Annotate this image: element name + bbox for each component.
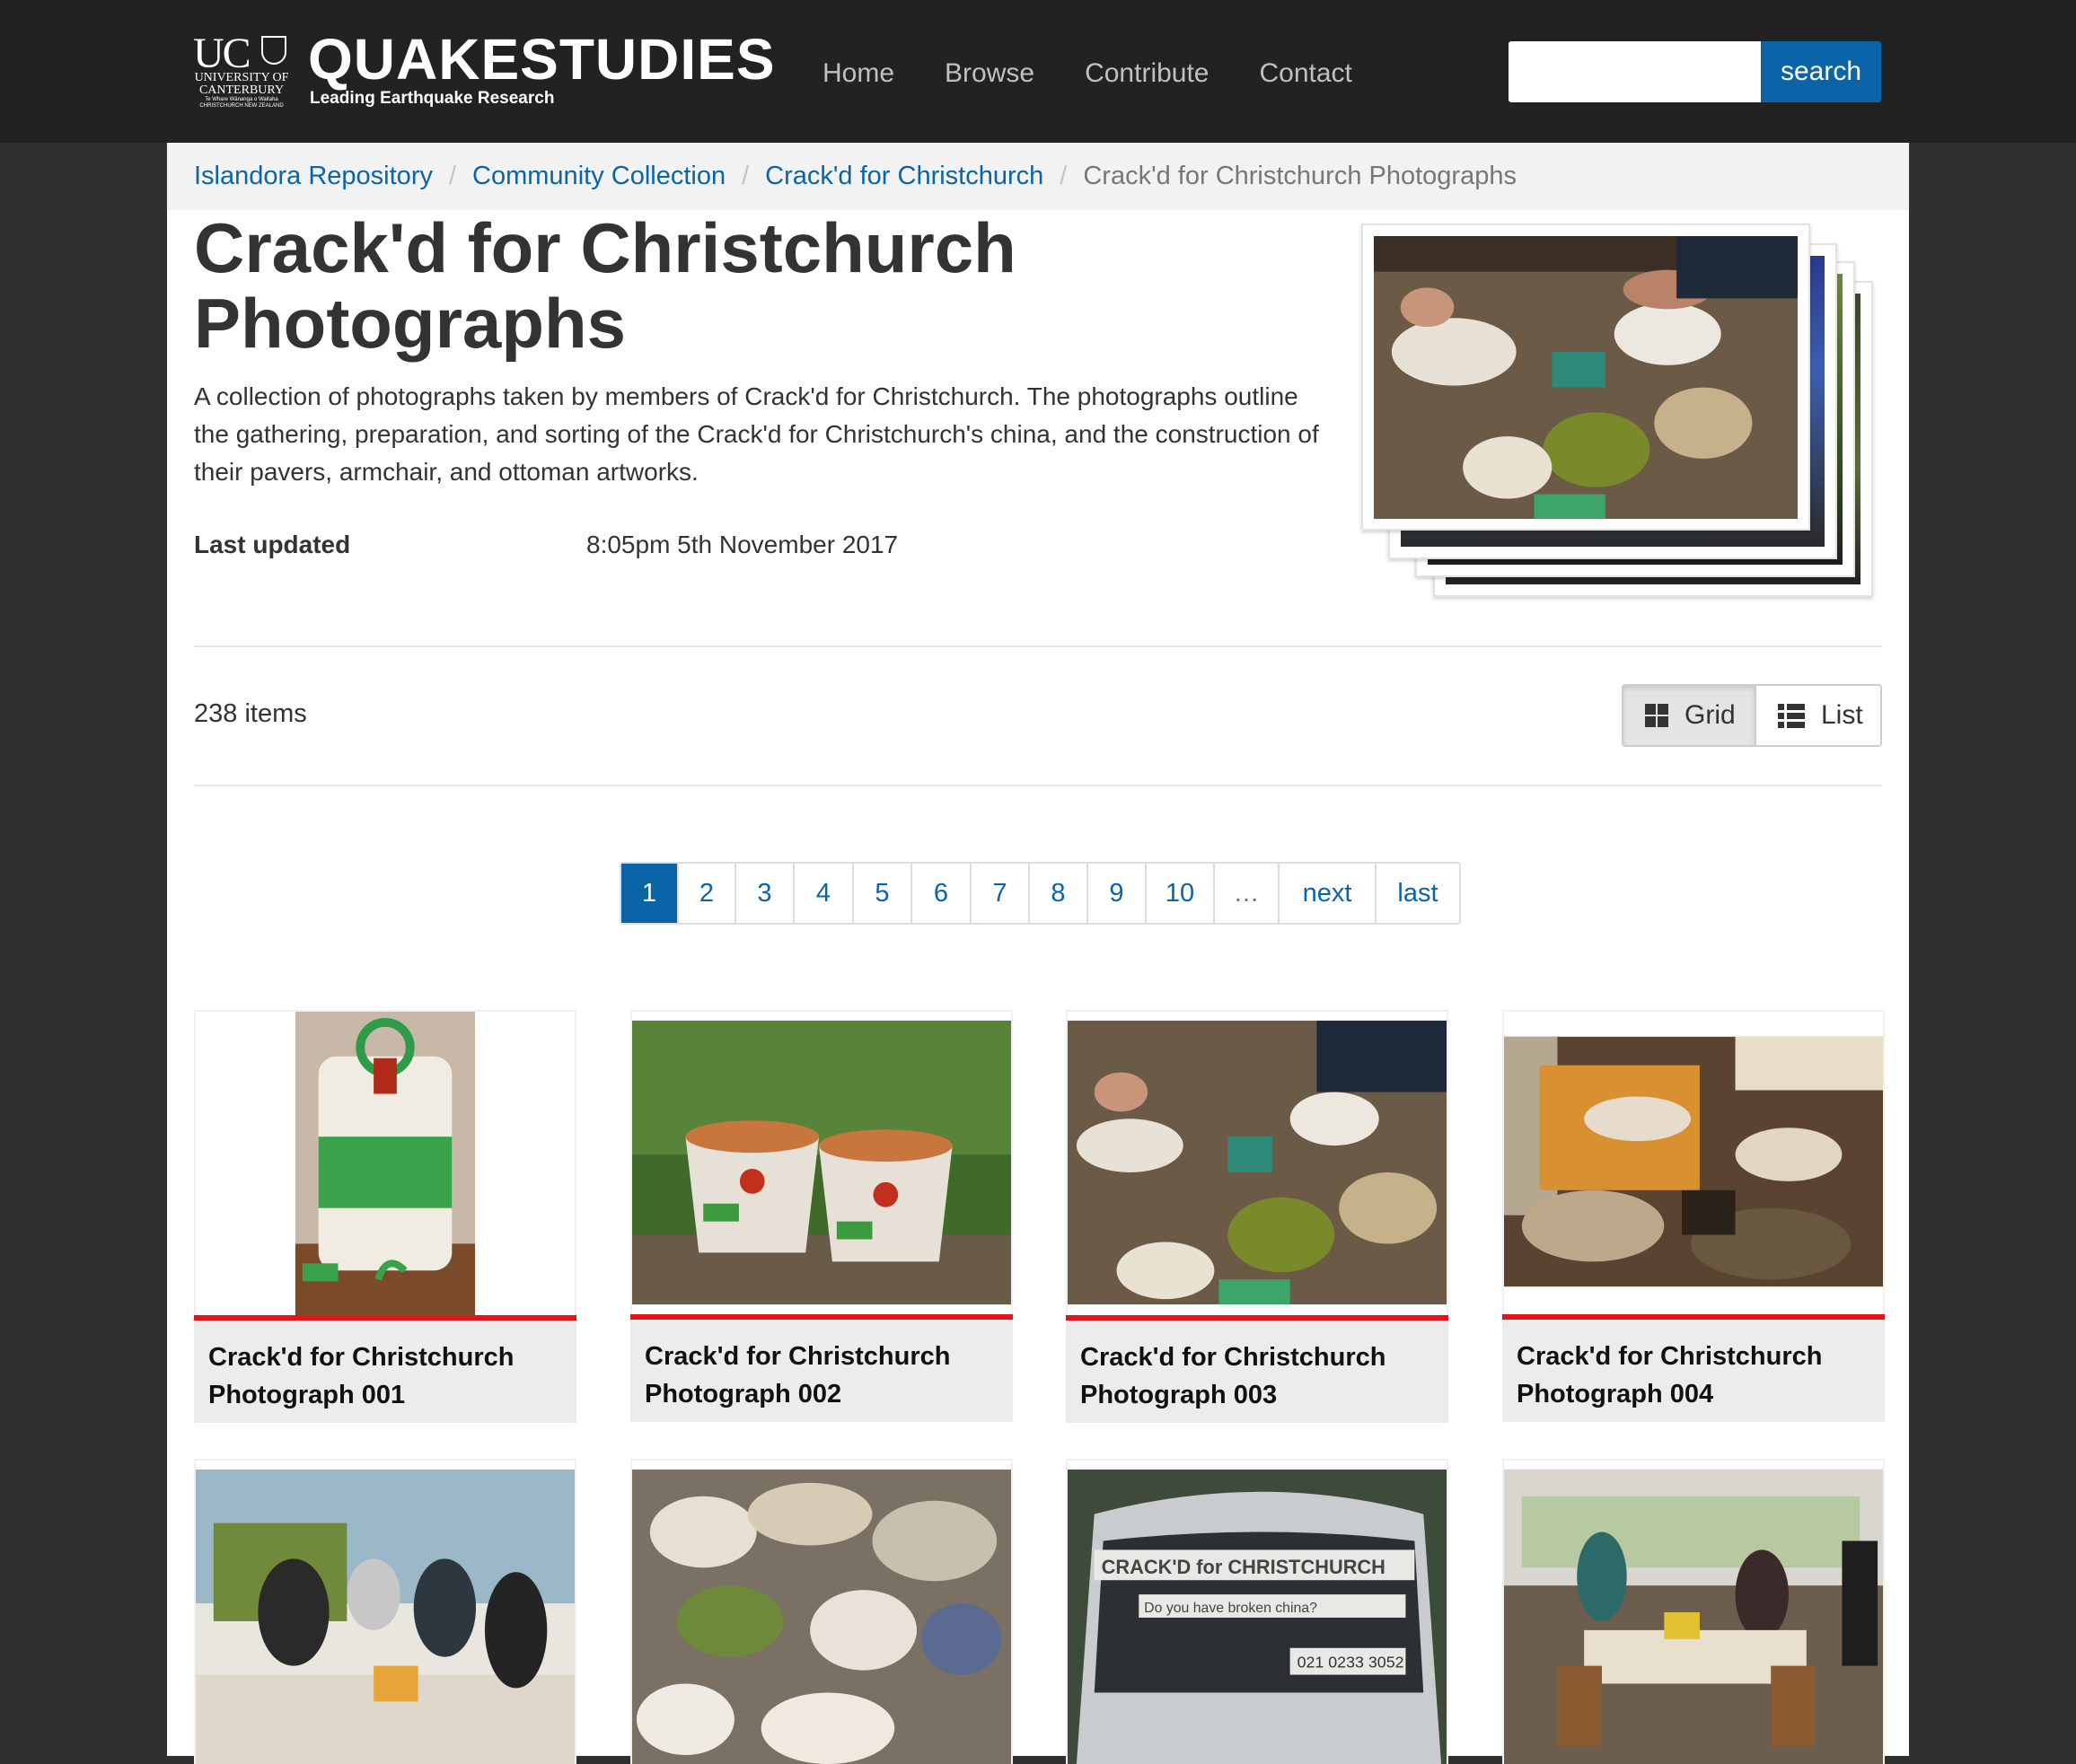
page-link[interactable]: 7 bbox=[970, 864, 1028, 923]
nav-contact[interactable]: Contact bbox=[1260, 54, 1352, 93]
item-card[interactable]: Crack'd for Christchurch Photograph 004 bbox=[1502, 1010, 1885, 1423]
photo-image: CRACK'D for CHRISTCHURCH Do you have bro… bbox=[1068, 1461, 1447, 1764]
item-card[interactable] bbox=[630, 1459, 1013, 1764]
divider bbox=[194, 785, 1882, 786]
item-card[interactable]: Crack'd for Christchurch Photograph 002 bbox=[630, 1010, 1013, 1423]
item-card[interactable] bbox=[194, 1459, 576, 1764]
page-link[interactable]: 4 bbox=[793, 864, 852, 923]
page-link[interactable]: 9 bbox=[1086, 864, 1145, 923]
item-photo[interactable] bbox=[1066, 1010, 1448, 1315]
page-last[interactable]: last bbox=[1375, 864, 1459, 923]
car-sign-title: CRACK'D for CHRISTCHURCH bbox=[1102, 1556, 1385, 1578]
last-updated-value: 8:05pm 5th November 2017 bbox=[586, 531, 899, 558]
nav-home[interactable]: Home bbox=[822, 54, 894, 93]
search-input[interactable] bbox=[1509, 41, 1761, 102]
item-card[interactable]: CRACK'D for CHRISTCHURCH Do you have bro… bbox=[1066, 1459, 1448, 1764]
breadcrumb-link[interactable]: Islandora Repository bbox=[194, 162, 433, 190]
page-link[interactable]: 5 bbox=[852, 864, 910, 923]
list-view-label: List bbox=[1821, 700, 1863, 730]
item-photo[interactable]: CRACK'D for CHRISTCHURCH Do you have bro… bbox=[1066, 1459, 1448, 1764]
page-link[interactable]: 3 bbox=[735, 864, 793, 923]
item-photo[interactable] bbox=[194, 1010, 576, 1315]
photo-image bbox=[1068, 1012, 1447, 1315]
site-logo[interactable]: UC UNIVERSITY OF CANTERBURY Te Whare Wān… bbox=[193, 27, 777, 111]
item-card[interactable] bbox=[1502, 1459, 1885, 1764]
brand-name: QUAKESTUDIES bbox=[308, 27, 776, 92]
nav-browse[interactable]: Browse bbox=[945, 54, 1034, 93]
site-header: UC UNIVERSITY OF CANTERBURY Te Whare Wān… bbox=[0, 0, 2076, 143]
item-photo[interactable] bbox=[1502, 1010, 1885, 1315]
view-toggle: Grid List bbox=[1622, 684, 1882, 747]
university-name: UNIVERSITY OF CANTERBURY bbox=[194, 71, 289, 97]
divider bbox=[194, 645, 1882, 647]
photo-image bbox=[196, 1461, 575, 1764]
grid-view-label: Grid bbox=[1685, 700, 1736, 730]
stack-card-front bbox=[1361, 224, 1810, 531]
crest-icon bbox=[261, 36, 286, 65]
collection-description: A collection of photographs taken by mem… bbox=[194, 382, 1319, 486]
item-title[interactable]: Crack'd for Christchurch Photograph 001 bbox=[194, 1315, 576, 1423]
main-nav: Home Browse Contribute Contact bbox=[822, 54, 1403, 93]
photo-image bbox=[632, 1012, 1011, 1315]
breadcrumb-separator: / bbox=[742, 162, 750, 190]
breadcrumb-current: Crack'd for Christchurch Photographs bbox=[1083, 162, 1517, 190]
photo-image bbox=[1504, 1461, 1883, 1764]
item-title[interactable]: Crack'd for Christchurch Photograph 004 bbox=[1502, 1314, 1885, 1422]
nav-contribute[interactable]: Contribute bbox=[1085, 54, 1209, 93]
breadcrumb-separator: / bbox=[1060, 162, 1068, 190]
photo-image bbox=[196, 1012, 575, 1315]
breadcrumb: Islandora Repository / Community Collectio… bbox=[167, 143, 1909, 210]
item-photo[interactable] bbox=[630, 1010, 1013, 1315]
list-view-button[interactable]: List bbox=[1756, 686, 1880, 745]
photo-image bbox=[632, 1461, 1011, 1764]
university-motto: Te Whare Wānanga o Waitaha CHRISTCHURCH … bbox=[199, 97, 284, 109]
page-link[interactable]: 10 bbox=[1145, 864, 1213, 923]
page-title: Crack'd for Christchurch Photographs bbox=[194, 208, 1016, 363]
photo-image bbox=[1504, 1012, 1883, 1315]
item-count: 238 items bbox=[194, 699, 307, 728]
item-title[interactable]: Crack'd for Christchurch Photograph 003 bbox=[1066, 1315, 1448, 1423]
breadcrumb-link[interactable]: Crack'd for Christchurch bbox=[765, 162, 1043, 190]
item-card[interactable]: Crack'd for Christchurch Photograph 003 bbox=[1066, 1010, 1448, 1423]
grid-icon bbox=[1645, 704, 1668, 727]
pagination: 1 2 3 4 5 6 7 8 9 10 … next last bbox=[620, 862, 1461, 925]
page-link[interactable]: 2 bbox=[677, 864, 735, 923]
item-photo[interactable] bbox=[630, 1459, 1013, 1764]
breadcrumb-link[interactable]: Community Collection bbox=[472, 162, 726, 190]
item-card[interactable]: Crack'd for Christchurch Photograph 001 bbox=[194, 1010, 576, 1423]
collection-thumbnail bbox=[1361, 224, 1882, 601]
page-next[interactable]: next bbox=[1278, 864, 1375, 923]
page-link-current[interactable]: 1 bbox=[621, 864, 677, 923]
university-logo: UC UNIVERSITY OF CANTERBURY Te Whare Wān… bbox=[193, 32, 290, 111]
page-link[interactable]: 8 bbox=[1028, 864, 1086, 923]
item-title[interactable]: Crack'd for Christchurch Photograph 002 bbox=[630, 1314, 1013, 1422]
car-sign-phone: 021 0233 3052 bbox=[1298, 1654, 1404, 1672]
item-photo[interactable] bbox=[1502, 1459, 1885, 1764]
main-content: Islandora Repository / Community Collectio… bbox=[167, 143, 1909, 1764]
grid-view-button[interactable]: Grid bbox=[1623, 686, 1756, 745]
uc-letters: UC bbox=[193, 30, 251, 77]
last-updated-label: Last updated bbox=[194, 531, 351, 558]
search-button[interactable]: search bbox=[1761, 41, 1881, 102]
list-icon bbox=[1778, 704, 1805, 728]
page-ellipsis: … bbox=[1213, 864, 1278, 923]
page-link[interactable]: 6 bbox=[910, 864, 970, 923]
thumbnail-photo bbox=[1374, 236, 1798, 520]
brand-tagline: Leading Earthquake Research bbox=[310, 89, 555, 108]
item-photo[interactable] bbox=[194, 1459, 576, 1764]
breadcrumb-separator: / bbox=[448, 162, 457, 190]
car-sign-question: Do you have broken china? bbox=[1144, 1601, 1317, 1616]
